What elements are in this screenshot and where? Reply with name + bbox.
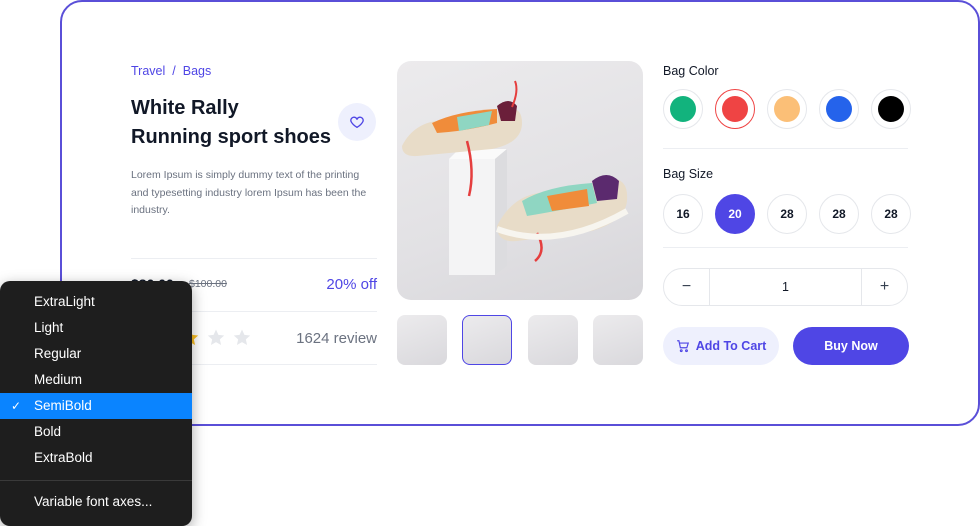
breadcrumb: Travel / Bags	[131, 64, 211, 78]
menu-item-label: Light	[34, 320, 64, 335]
divider	[131, 258, 377, 259]
quantity-stepper: − 1 +	[663, 268, 908, 306]
menu-item-bold[interactable]: Bold	[0, 419, 192, 445]
buy-now-button[interactable]: Buy Now	[793, 327, 909, 365]
breadcrumb-bags-link[interactable]: Bags	[183, 64, 212, 78]
menu-separator	[0, 480, 192, 481]
menu-item-extralight[interactable]: ExtraLight	[0, 289, 192, 315]
menu-item-variable-font-axes[interactable]: Variable font axes...	[0, 489, 192, 515]
star-empty-icon	[207, 329, 225, 345]
color-swatch[interactable]	[819, 89, 859, 129]
divider	[663, 148, 908, 149]
product-title-line2: Running sport shoes	[131, 126, 331, 148]
menu-item-label: ExtraBold	[34, 450, 93, 465]
discount-badge: 20% off	[326, 276, 377, 293]
checkmark-icon: ✓	[11, 399, 22, 413]
menu-item-semibold[interactable]: ✓ SemiBold	[0, 393, 192, 419]
menu-item-regular[interactable]: Regular	[0, 341, 192, 367]
thumbnail-1[interactable]	[397, 315, 447, 365]
menu-item-medium[interactable]: Medium	[0, 367, 192, 393]
menu-item-label: ExtraLight	[34, 294, 95, 309]
old-price: $100.00	[189, 278, 227, 290]
size-option[interactable]: 28	[767, 194, 807, 234]
product-description: Lorem Ipsum is simply dummy text of the …	[131, 169, 367, 216]
color-dot	[722, 96, 748, 122]
menu-item-label: Bold	[34, 424, 62, 439]
thumbnail-3[interactable]	[528, 315, 578, 365]
add-to-cart-label: Add To Cart	[695, 339, 767, 353]
size-option[interactable]: 20	[715, 194, 755, 234]
product-main-image	[397, 61, 643, 300]
size-option[interactable]: 28	[871, 194, 911, 234]
color-dot	[670, 96, 696, 122]
shoe-illustration	[402, 80, 629, 275]
add-to-cart-button[interactable]: Add To Cart	[663, 327, 779, 365]
cart-icon	[676, 340, 689, 353]
color-swatch[interactable]	[871, 89, 911, 129]
divider	[663, 247, 908, 248]
quantity-value[interactable]: 1	[709, 269, 862, 305]
bag-size-label: Bag Size	[663, 167, 714, 181]
thumbnail-2[interactable]	[462, 315, 512, 365]
product-title: White Rally Running sport shoes	[131, 94, 341, 152]
review-count[interactable]: 1624 review	[296, 330, 377, 347]
heart-icon	[350, 116, 364, 128]
star-empty-icon	[233, 329, 251, 345]
menu-item-label: Medium	[34, 372, 83, 387]
color-swatch[interactable]	[663, 89, 703, 129]
increment-button[interactable]: +	[862, 269, 907, 305]
bag-color-label: Bag Color	[663, 64, 719, 78]
breadcrumb-separator: /	[172, 64, 176, 78]
menu-item-label: SemiBold	[34, 398, 92, 413]
breadcrumb-travel-link[interactable]: Travel	[131, 64, 165, 78]
color-dot	[826, 96, 852, 122]
color-swatch[interactable]	[767, 89, 807, 129]
menu-item-extrabold[interactable]: ExtraBold	[0, 445, 192, 471]
size-option[interactable]: 16	[663, 194, 703, 234]
menu-item-light[interactable]: Light	[0, 315, 192, 341]
menu-item-label: Regular	[34, 346, 82, 361]
thumbnail-4[interactable]	[593, 315, 643, 365]
size-option[interactable]: 28	[819, 194, 859, 234]
product-title-line1: White Rally	[131, 97, 239, 119]
color-swatch[interactable]	[715, 89, 755, 129]
color-dot	[774, 96, 800, 122]
decrement-button[interactable]: −	[664, 269, 709, 305]
favorite-button[interactable]	[338, 103, 376, 141]
color-dot	[878, 96, 904, 122]
font-weight-menu: ExtraLight Light Regular Medium ✓ SemiBold Bol…	[0, 281, 192, 526]
